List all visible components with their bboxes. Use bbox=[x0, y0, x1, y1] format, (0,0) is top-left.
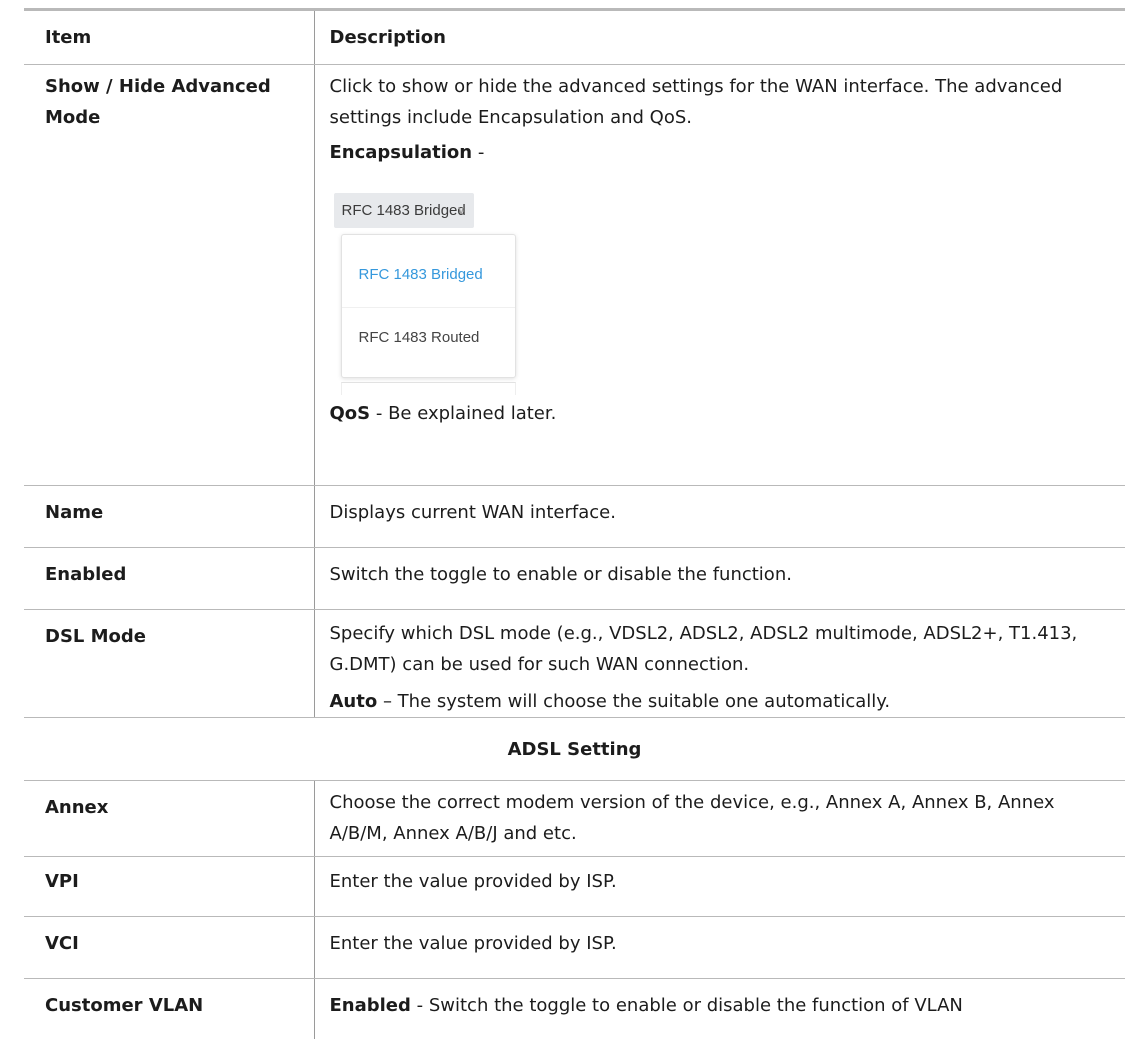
show-hide-text: Click to show or hide the advanced setti… bbox=[329, 76, 1063, 128]
chevron-down-icon: ∨ bbox=[456, 203, 466, 217]
table-row-enabled: Enabled Switch the toggle to enable or d… bbox=[24, 547, 1125, 610]
encapsulation-menu: RFC 1483 Bridged RFC 1483 Routed bbox=[340, 234, 516, 378]
dsl-mode-text: Specify which DSL mode (e.g., VDSL2, ADS… bbox=[329, 623, 1078, 675]
table-row-vpi: VPI Enter the value provided by ISP. bbox=[24, 856, 1125, 917]
table-row-vci: VCI Enter the value provided by ISP. bbox=[24, 916, 1125, 979]
table-row-customer-vlan: Customer VLAN Enabled - Switch the toggl… bbox=[24, 978, 1125, 1039]
item-vci: VCI bbox=[24, 916, 315, 979]
option-rfc1483-routed[interactable]: RFC 1483 Routed bbox=[341, 307, 515, 367]
qos-text: - Be explained later. bbox=[370, 403, 557, 424]
item-annex: Annex bbox=[24, 780, 315, 857]
option-rfc1483-bridged[interactable]: RFC 1483 Bridged bbox=[342, 245, 515, 305]
desc-vpi: Enter the value provided by ISP. bbox=[314, 856, 1125, 917]
encapsulation-select[interactable]: RFC 1483 Bridged ∨ bbox=[333, 193, 474, 228]
section-title-adsl: ADSL Setting bbox=[24, 717, 1125, 781]
desc-vci: Enter the value provided by ISP. bbox=[314, 916, 1125, 979]
item-enabled: Enabled bbox=[24, 547, 315, 610]
desc-annex: Choose the correct modem version of the … bbox=[314, 780, 1125, 857]
item-dsl-mode: DSL Mode bbox=[24, 609, 315, 718]
auto-label: Auto bbox=[329, 691, 378, 712]
desc-customer-vlan: Enabled - Switch the toggle to enable or… bbox=[314, 979, 1125, 1039]
desc-dsl-mode: Specify which DSL mode (e.g., VDSL2, ADS… bbox=[314, 609, 1125, 718]
qos-line: QoS - Be explained later. bbox=[330, 398, 1116, 429]
encapsulation-label: Encapsulation bbox=[329, 142, 473, 163]
table-row-dsl-mode: DSL Mode Specify which DSL mode (e.g., V… bbox=[24, 609, 1125, 718]
settings-table: Item Description Show / Hide Advanced Mo… bbox=[24, 8, 1125, 1039]
item-vpi: VPI bbox=[24, 856, 315, 917]
vlan-enabled-text: - Switch the toggle to enable or disable… bbox=[410, 995, 963, 1016]
desc-name: Displays current WAN interface. bbox=[314, 485, 1125, 548]
section-row-adsl: ADSL Setting bbox=[24, 717, 1125, 781]
encapsulation-dropdown-screenshot: RFC 1483 Bridged ∨ RFC 1483 Bridged RFC … bbox=[330, 176, 1116, 395]
encapsulation-sep: - bbox=[472, 142, 485, 163]
encapsulation-select-value: RFC 1483 Bridged bbox=[341, 202, 466, 219]
desc-enabled: Switch the toggle to enable or disable t… bbox=[314, 547, 1125, 610]
menu-partial-edge bbox=[340, 382, 516, 395]
vlan-enabled-label: Enabled bbox=[329, 995, 411, 1016]
auto-text: – The system will choose the suitable on… bbox=[377, 691, 891, 712]
table-row-show-hide: Show / Hide Advanced Mode Click to show … bbox=[24, 64, 1125, 486]
item-customer-vlan: Customer VLAN bbox=[24, 978, 315, 1039]
qos-label: QoS bbox=[329, 403, 371, 424]
table-row-annex: Annex Choose the correct modem version o… bbox=[24, 780, 1125, 857]
table-row-name: Name Displays current WAN interface. bbox=[24, 485, 1125, 548]
dsl-auto-line: Auto – The system will choose the suitab… bbox=[330, 686, 1116, 717]
item-name: Name bbox=[24, 485, 315, 548]
item-show-hide: Show / Hide Advanced Mode bbox=[24, 64, 315, 486]
encapsulation-line: Encapsulation - bbox=[330, 137, 1116, 168]
header-description: Description bbox=[314, 8, 1125, 65]
header-item: Item bbox=[24, 8, 315, 65]
desc-show-hide: Click to show or hide the advanced setti… bbox=[314, 64, 1125, 486]
table-header-row: Item Description bbox=[24, 8, 1125, 65]
